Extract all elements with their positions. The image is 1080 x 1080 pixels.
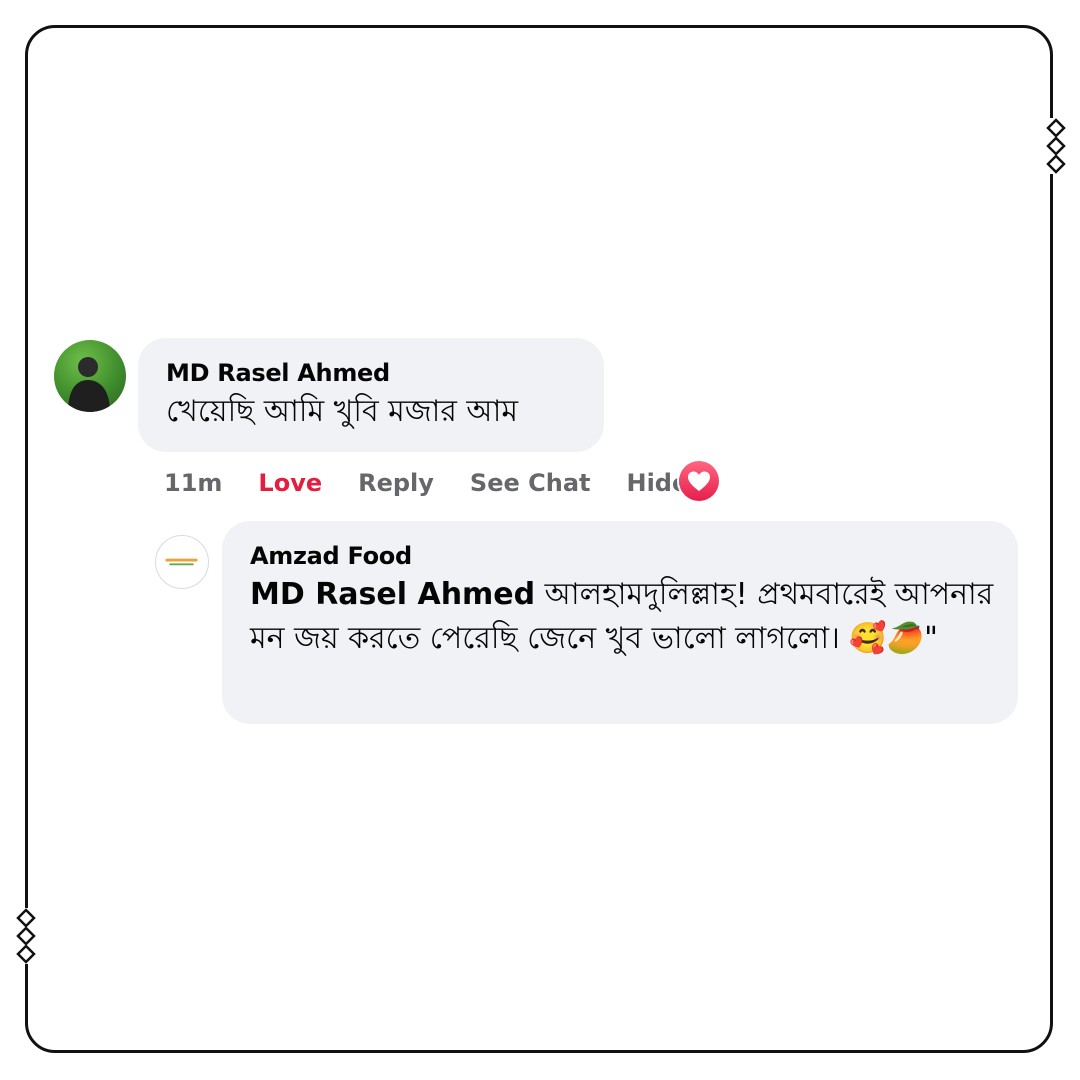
user-avatar[interactable]	[54, 340, 126, 412]
reply-emoji: 🥰🥭	[849, 621, 925, 656]
love-button[interactable]: Love	[258, 469, 322, 497]
reply-bubble: Amzad Food MD Rasel Ahmed আলহামদুলিল্লাহ…	[222, 521, 1018, 724]
reply-text-block: MD Rasel Ahmed আলহামদুলিল্লাহ! প্রথমবারে…	[250, 573, 994, 661]
diamond-ornament-icon	[1045, 118, 1067, 174]
comment-actions: 11m Love Reply See Chat Hide	[164, 463, 724, 503]
reply-button[interactable]: Reply	[358, 469, 434, 497]
reply-author[interactable]: Amzad Food	[250, 541, 994, 571]
brand-logo-avatar[interactable]	[155, 535, 209, 589]
mention-link[interactable]: MD Rasel Ahmed	[250, 577, 535, 612]
comment-timestamp[interactable]: 11m	[164, 469, 222, 497]
heart-icon	[688, 471, 710, 491]
heart-reaction-icon[interactable]	[679, 461, 719, 501]
diamond-ornament-icon	[15, 908, 37, 964]
see-chat-button[interactable]: See Chat	[470, 469, 591, 497]
comment-author[interactable]: MD Rasel Ahmed	[166, 358, 580, 388]
comment-text: খেয়েছি আমি খুবি মজার আম	[166, 394, 519, 429]
comment-bubble: MD Rasel Ahmed খেয়েছি আমি খুবি মজার আম	[138, 338, 604, 452]
brand-logo-icon	[165, 558, 198, 566]
person-silhouette-icon	[68, 357, 110, 412]
reply-trailing-quote: "	[924, 621, 938, 656]
